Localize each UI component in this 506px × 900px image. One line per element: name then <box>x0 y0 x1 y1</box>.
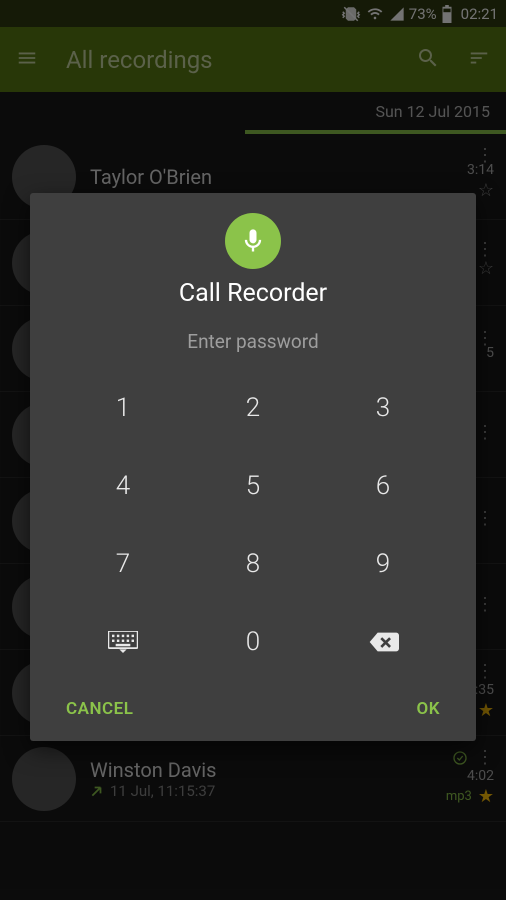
key-7[interactable]: 7 <box>58 525 188 603</box>
ok-button[interactable]: OK <box>417 699 441 719</box>
keyboard-icon[interactable] <box>58 603 188 681</box>
keypad: 123 456 7890 <box>30 369 476 681</box>
key-4[interactable]: 4 <box>58 447 188 525</box>
cancel-button[interactable]: CANCEL <box>66 699 133 719</box>
key-3[interactable]: 3 <box>318 369 448 447</box>
key-5[interactable]: 5 <box>188 447 318 525</box>
key-9[interactable]: 9 <box>318 525 448 603</box>
key-6[interactable]: 6 <box>318 447 448 525</box>
mic-icon <box>225 213 281 269</box>
key-0[interactable]: 0 <box>188 603 318 681</box>
dialog-title: Call Recorder <box>179 279 327 308</box>
key-8[interactable]: 8 <box>188 525 318 603</box>
key-2[interactable]: 2 <box>188 369 318 447</box>
password-dialog: Call Recorder Enter password 1234567890 … <box>30 193 476 741</box>
dialog-subtitle: Enter password <box>187 330 318 353</box>
backspace-icon[interactable] <box>318 603 448 681</box>
key-1[interactable]: 1 <box>58 369 188 447</box>
